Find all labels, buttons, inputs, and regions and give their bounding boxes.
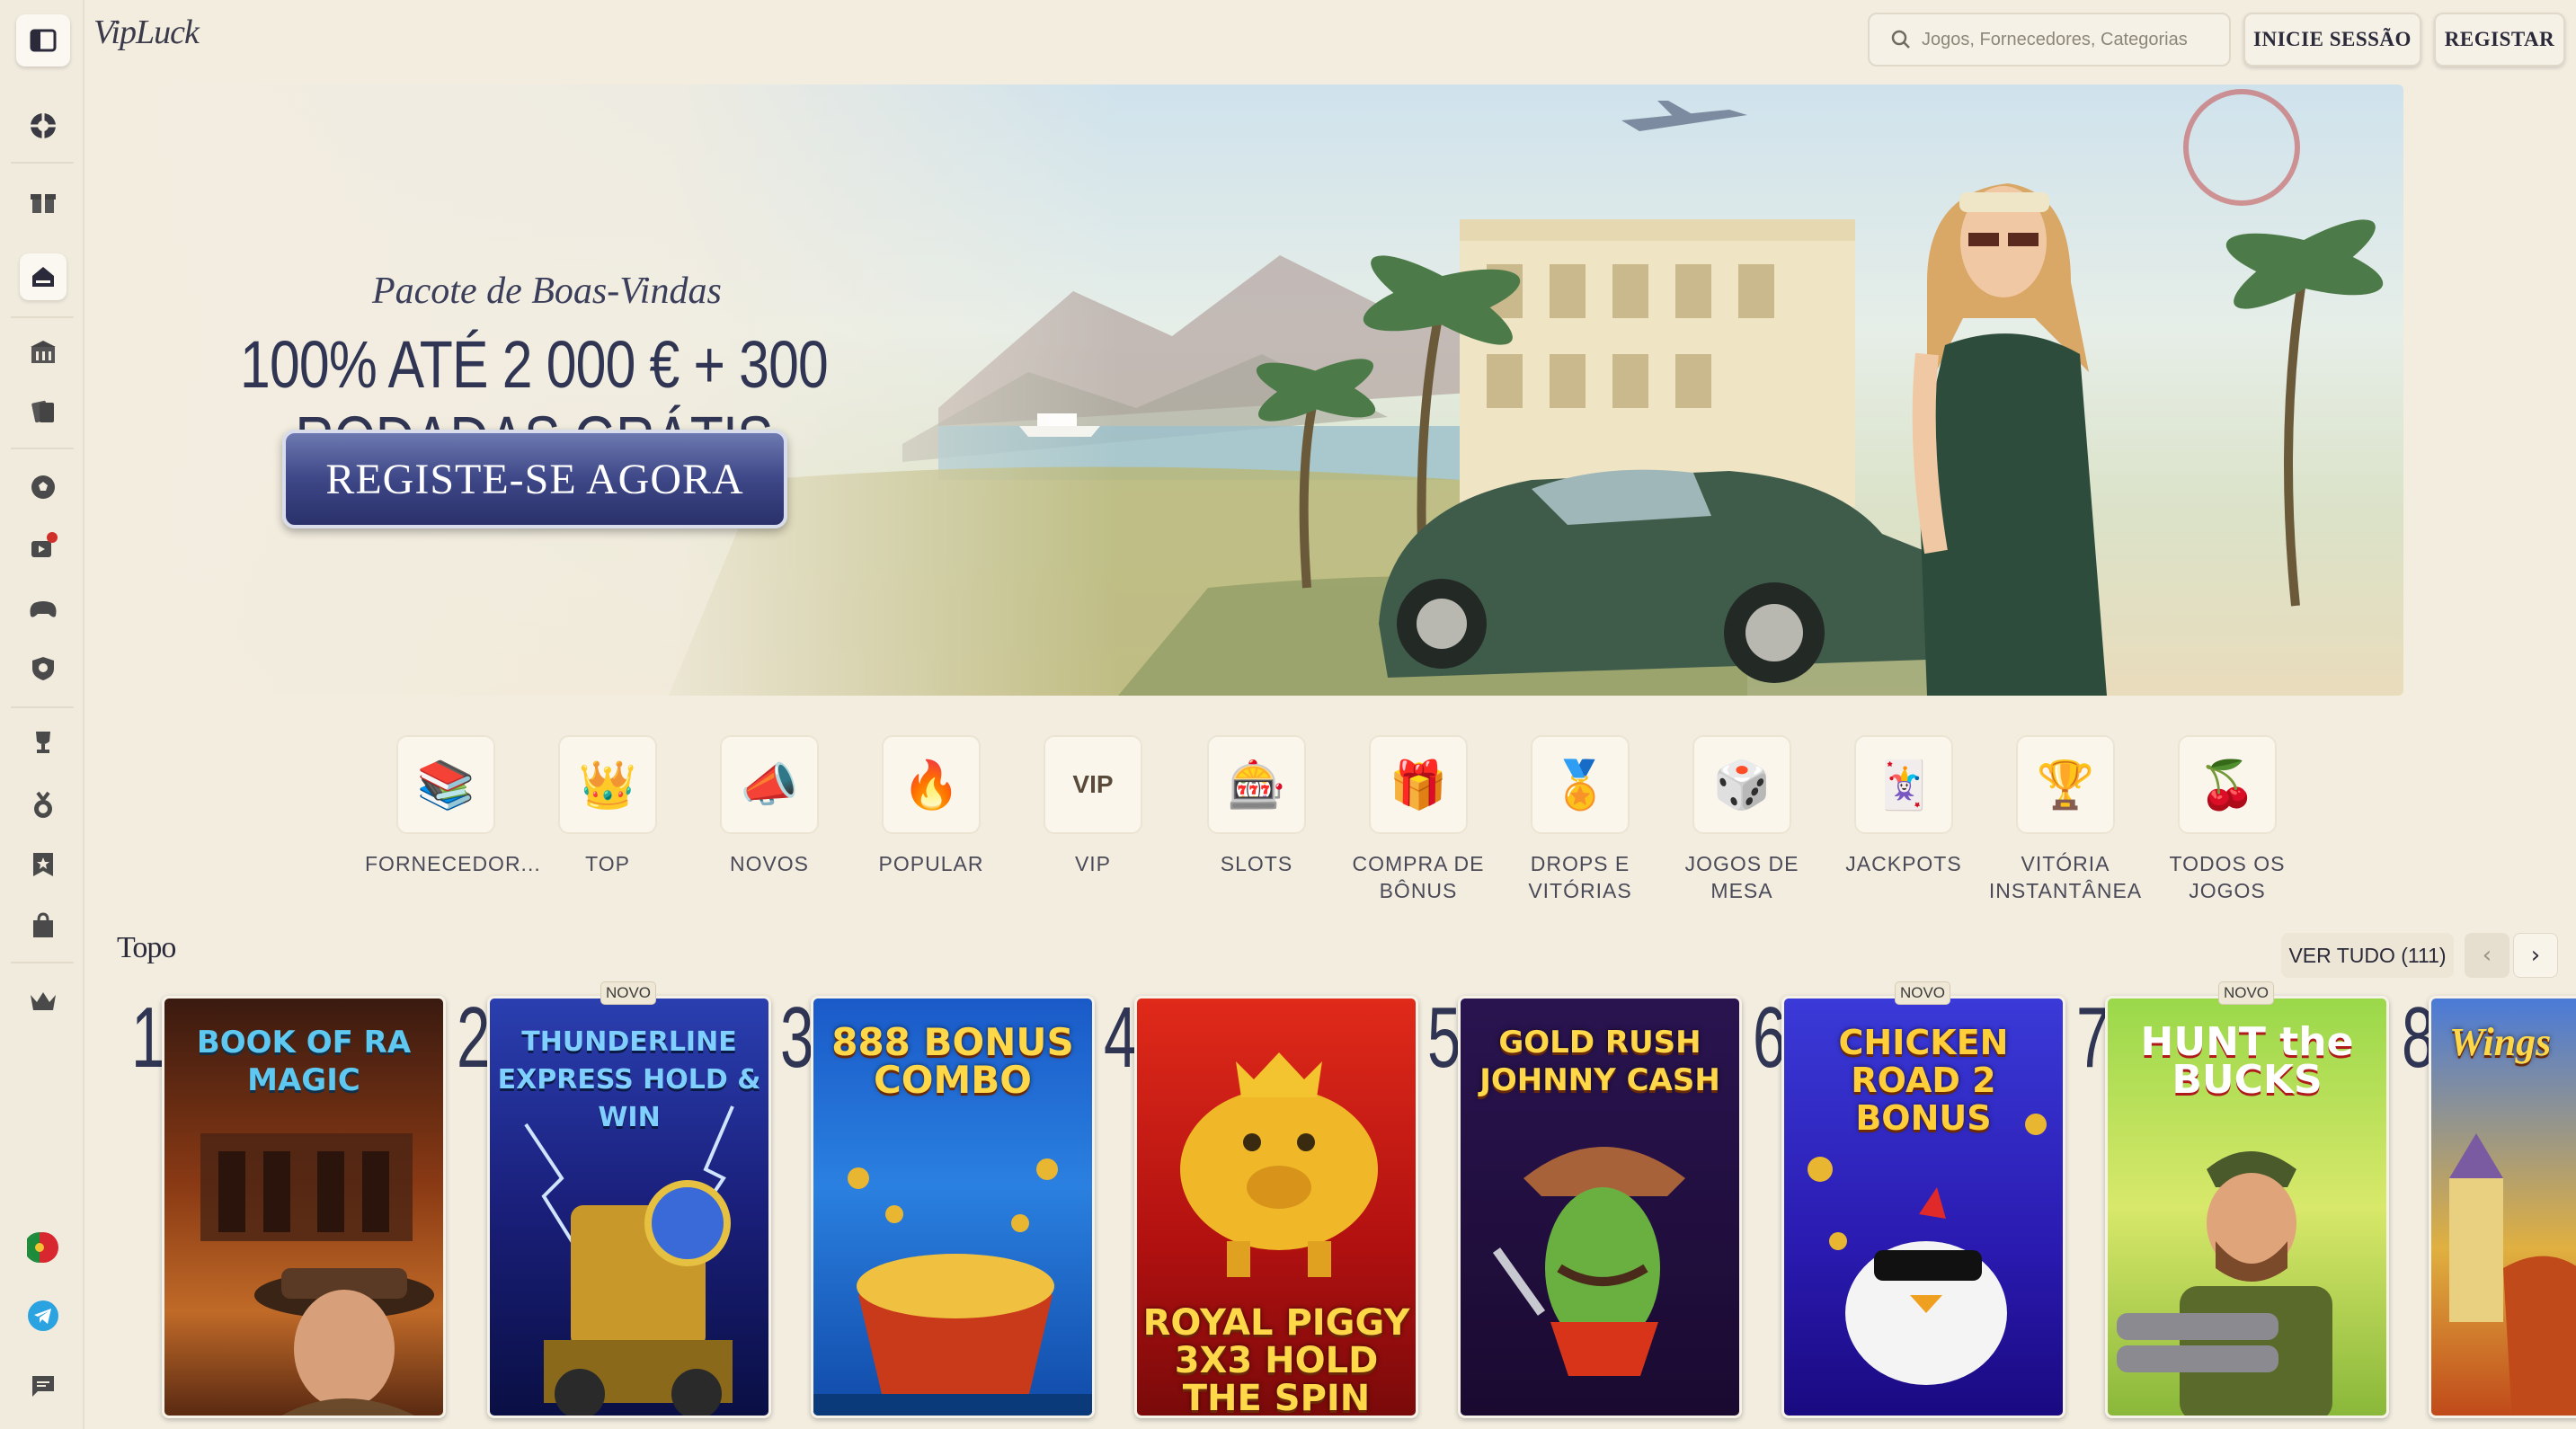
hero-banner[interactable]: Pacote de Boas-Vindas 100% ATÉ 2 000 € +… [129,84,2403,696]
category-label: COMPRA DE [1352,852,1485,875]
new-badge: NOVO [2218,981,2274,1005]
search-input[interactable]: Jogos, Fornecedores, Categorias [1868,13,2231,67]
category-jackpots[interactable]: 🃏 JACKPOTS [1823,735,1985,877]
search-icon [1891,30,1910,49]
books-icon: 📚 [396,735,495,834]
category-top[interactable]: 👑 TOP [527,735,688,877]
category-slots[interactable]: 🎰 SLOTS [1176,735,1337,877]
crown-icon[interactable] [20,978,67,1025]
casino-icon[interactable] [20,329,67,376]
game-title: CHICKEN ROAD 2 BONUS [1838,1023,2009,1138]
portugal-flag-icon[interactable] [20,1224,67,1271]
new-badge: NOVO [1895,981,1950,1005]
category-label: SLOTS [1220,852,1293,875]
section-title: Topo [117,931,176,964]
category-label: JOGOS DE [1684,852,1799,875]
vip-icon: VIP [1044,735,1142,834]
rank-number: 2 [457,990,491,1086]
category-popular[interactable]: 🔥 POPULAR [850,735,1012,877]
category-label: VITÓRIA [2021,852,2110,875]
category-vip[interactable]: VIP VIP [1012,735,1174,877]
category-label-2: VITÓRIAS [1528,879,1632,902]
prev-arrow-icon[interactable]: ‹ [2465,933,2509,978]
category-label-2: BÔNUS [1379,879,1458,902]
globe-icon[interactable] [20,102,67,149]
game-card[interactable]: ROYAL PIGGY 3X3 HOLD THE SPIN [1134,996,1418,1418]
game-card[interactable]: BOOK OF RA MAGIC [162,996,446,1418]
fire-icon: 🔥 [882,735,981,834]
cherries-icon: 🍒 [2178,735,2277,834]
category-bonus-buy[interactable]: 🎁 COMPRA DE BÔNUS [1337,735,1499,904]
playing-cards-icon: 🃏 [1854,735,1953,834]
category-providers[interactable]: 📚 FORNECEDOR... [365,735,541,877]
gift-box-icon: 🎁 [1369,735,1468,834]
chat-icon[interactable] [20,1362,67,1409]
star-bookmark-icon[interactable] [20,841,67,888]
category-new[interactable]: 📣 NOVOS [688,735,850,877]
crown-icon: 👑 [558,735,657,834]
home-icon[interactable] [20,253,67,300]
game-title: THUNDERLINE EXPRESS HOLD & WIN [497,1026,761,1133]
category-label: VIP [1074,852,1112,875]
live-tv-icon[interactable] [20,525,67,572]
game-title: 888 BONUS COMBO [831,1020,1074,1102]
badge-icon: 🏅 [1531,735,1630,834]
logo[interactable]: VipLuck [93,13,200,67]
rank-number: 4 [1104,990,1138,1086]
category-label: DROPS E [1530,852,1630,875]
register-button[interactable]: REGISTAR [2434,13,2565,67]
game-title: ROYAL PIGGY 3X3 HOLD THE SPIN [1142,1302,1410,1418]
category-label: POPULAR [878,852,984,875]
category-label-2: MESA [1710,879,1773,902]
next-arrow-icon[interactable]: › [2513,933,2558,978]
hero-title-line1: 100% ATÉ 2 000 € + 300 [240,327,829,402]
trophy-icon[interactable] [20,719,67,766]
game-title: GOLD RUSH JOHNNY CASH [1479,1025,1720,1098]
slot-machine-icon: 🎰 [1207,735,1306,834]
dice-icon: 🎲 [1692,735,1791,834]
category-label-2: JOGOS [2189,879,2266,902]
register-now-button[interactable]: REGISTE-SE AGORA [282,430,787,528]
category-all-games[interactable]: 🍒 TODOS OS JOGOS [2146,735,2308,904]
category-label: JACKPOTS [1845,852,1962,875]
login-button[interactable]: INICIE SESSÃO [2243,13,2421,67]
notification-dot [47,532,58,543]
game-card[interactable]: Wings [2429,996,2576,1418]
category-label: NOVOS [729,852,810,875]
sports-ball-icon[interactable] [20,464,67,510]
medal-icon[interactable] [20,782,67,829]
rank-number: 1 [131,990,165,1086]
view-all-button[interactable]: VER TUDO (111) [2281,933,2454,978]
trophy-icon: 🏆 [2016,735,2115,834]
gift-icon[interactable] [20,178,67,225]
game-title: HUNT the BUCKS [2140,1019,2354,1103]
game-card[interactable]: CHICKEN ROAD 2 BONUS [1781,996,2065,1418]
new-badge: NOVO [600,981,656,1005]
gamepad-icon[interactable] [20,586,67,633]
cards-icon[interactable] [20,388,67,435]
category-label: FORNECEDOR... [365,852,541,875]
shopping-bag-icon[interactable] [20,902,67,949]
category-label: TOP [585,852,630,875]
hero-subtitle: Pacote de Boas-Vindas [372,271,722,312]
rank-number: 3 [780,990,814,1086]
game-title: Wings [2449,1020,2552,1064]
search-placeholder: Jogos, Fornecedores, Categorias [1922,29,2188,49]
telegram-icon[interactable] [20,1292,67,1339]
game-card[interactable]: 888 BONUS COMBO [811,996,1095,1418]
rank-number: 5 [1427,990,1461,1086]
category-instant-win[interactable]: 🏆 VITÓRIA INSTANTÂNEA [1985,735,2146,904]
category-label-2: INSTANTÂNEA [1988,879,2143,902]
game-card[interactable]: HUNT the BUCKS [2105,996,2389,1418]
shield-icon[interactable] [20,645,67,692]
sidebar [0,0,84,1429]
category-drops-wins[interactable]: 🏅 DROPS E VITÓRIAS [1499,735,1661,904]
game-title: BOOK OF RA MAGIC [196,1025,412,1098]
category-table-games[interactable]: 🎲 JOGOS DE MESA [1661,735,1823,904]
category-label: TODOS OS [2169,852,2286,875]
toggle-sidebar-icon[interactable] [16,14,70,67]
game-card[interactable]: THUNDERLINE EXPRESS HOLD & WIN [487,996,771,1418]
game-card[interactable]: GOLD RUSH JOHNNY CASH [1458,996,1742,1418]
megaphone-icon: 📣 [720,735,819,834]
